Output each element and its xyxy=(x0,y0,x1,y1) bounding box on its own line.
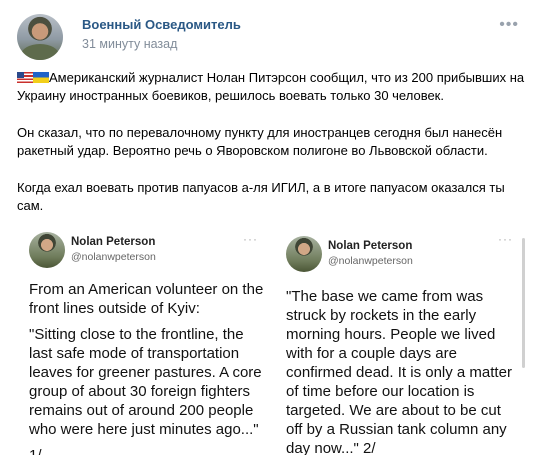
post-author-name[interactable]: Военный Осведомитель xyxy=(82,17,241,32)
tweet-author-handle: @nolanwpeterson xyxy=(328,255,413,267)
ukraine-flag-icon xyxy=(33,72,49,83)
post-paragraph-1: Американский журналист Нолан Питэрсон со… xyxy=(17,70,525,103)
tweet-body: From an American volunteer on the front … xyxy=(29,281,264,455)
tweet-author-avatar xyxy=(29,232,65,268)
tweet-scrollbar xyxy=(522,238,525,368)
tweet-card-1: Nolan Peterson @nolanwpeterson ··· From … xyxy=(17,226,264,455)
post-text: Американский журналист Нолан Питэрсон со… xyxy=(17,69,527,234)
tweet-more-icon: ··· xyxy=(498,232,513,246)
tweet-author-handle: @nolanwpeterson xyxy=(71,251,156,263)
attached-tweets-image[interactable]: Nolan Peterson @nolanwpeterson ··· From … xyxy=(17,226,527,455)
tweet-author-name: Nolan Peterson xyxy=(71,236,156,248)
tweet-body: "The base we came from was struck by roc… xyxy=(286,288,512,455)
tweet-author-avatar xyxy=(286,236,322,272)
us-flag-icon xyxy=(17,72,33,83)
post-author-avatar[interactable] xyxy=(17,14,63,60)
tweet-card-2: Nolan Peterson @nolanwpeterson ··· "The … xyxy=(272,226,527,455)
tweet-author-name: Nolan Peterson xyxy=(328,240,413,252)
more-options-icon[interactable]: ••• xyxy=(499,16,519,34)
post-paragraph-2: Он сказал, что по перевалочному пункту д… xyxy=(17,125,503,158)
post-timestamp[interactable]: 31 минуту назад xyxy=(82,37,177,51)
post-paragraph-3: Когда ехал воевать против папуасов а-ля … xyxy=(17,180,505,213)
tweet-more-icon: ··· xyxy=(243,232,258,246)
